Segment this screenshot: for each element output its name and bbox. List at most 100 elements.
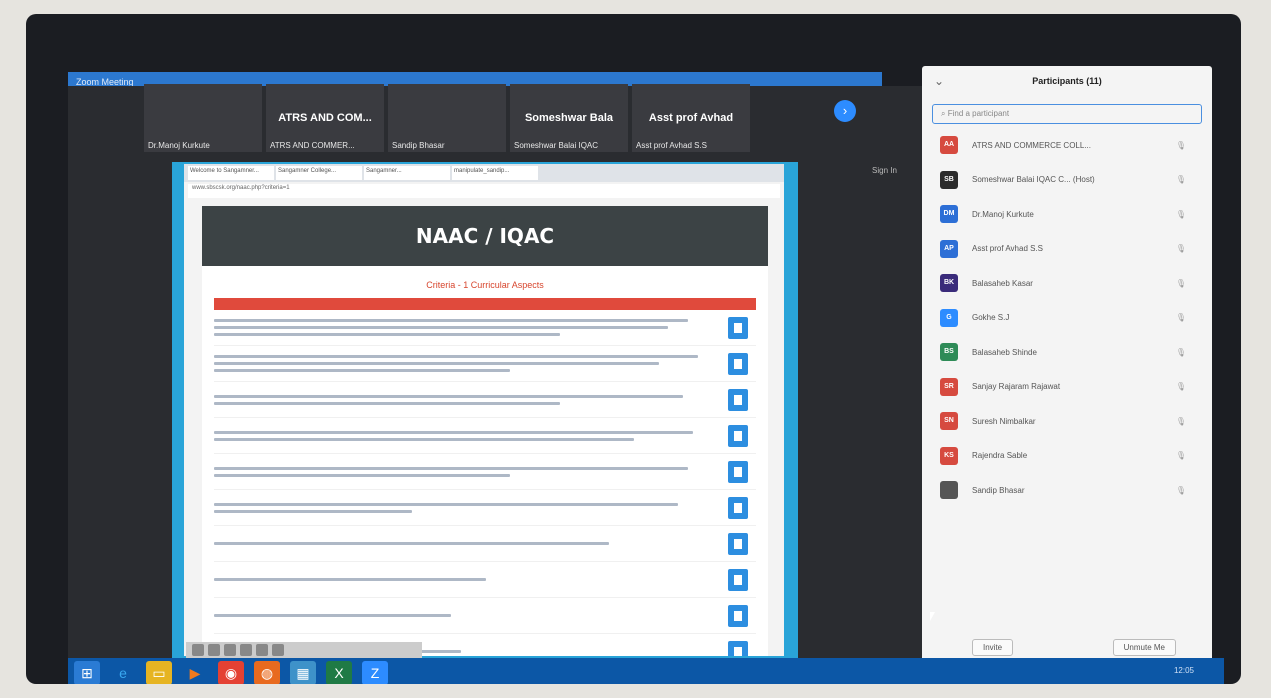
internet-explorer-icon[interactable]: e (110, 661, 136, 684)
participants-title: Participants (11) (1032, 76, 1102, 86)
participant-name: Rajendra Sable (972, 451, 1028, 461)
avatar: G (940, 308, 958, 327)
avatar: KS (940, 446, 958, 465)
search-icon: ⌕ (941, 109, 948, 118)
participant-name: Gokhe S.J (972, 313, 1010, 323)
avatar: BK (940, 274, 958, 293)
pdf-download-icon[interactable] (728, 496, 748, 519)
muted-mic-icon: 🎙 (1175, 313, 1186, 323)
avatar: DM (940, 205, 958, 224)
browser-tabbar: Welcome to Sangamner... Sangamner Colleg… (184, 164, 784, 182)
pdf-download-icon[interactable] (728, 316, 748, 339)
participant-name: Sanjay Rajaram Rajawat (972, 382, 1061, 392)
participant-row[interactable]: KS Rajendra Sable 🎙 (922, 439, 1212, 474)
participant-search-input[interactable]: ⌕ Find a participant (932, 104, 1202, 124)
file-explorer-icon[interactable]: ▭ (146, 661, 172, 684)
participant-row[interactable]: SN Suresh Nimbalkar 🎙 (922, 404, 1212, 439)
system-clock: 12:05 (1173, 666, 1194, 675)
avatar: BS (940, 343, 958, 362)
participant-name: Suresh Nimbalkar (972, 416, 1036, 426)
chrome-icon[interactable]: ◉ (218, 661, 244, 684)
participant-row[interactable]: Sandip Bhasar 🎙 (922, 473, 1212, 508)
muted-mic-icon: 🎙 (1175, 244, 1186, 254)
document-row (214, 310, 756, 346)
document-list (214, 310, 756, 656)
pdf-download-icon[interactable] (728, 388, 748, 411)
pdf-download-icon[interactable] (728, 424, 748, 447)
browser-tab[interactable]: Welcome to Sangamner... (188, 166, 274, 180)
site-header: NAAC / IQAC (202, 206, 768, 266)
participant-name: ATRS AND COMMERCE COLL... (972, 140, 1091, 150)
tile-name: ATRS AND COMMER... (270, 141, 355, 150)
avatar: SR (940, 377, 958, 396)
invite-button[interactable]: Invite (972, 639, 1014, 656)
tile-label: ATRS AND COM... (278, 112, 372, 124)
muted-mic-icon: 🎙 (1175, 347, 1186, 357)
participant-list: AA ATRS AND COMMERCE COLL... 🎙 SB Someshwar … (922, 128, 1212, 508)
pdf-download-icon[interactable] (728, 460, 748, 483)
participant-actions: Invite Unmute Me (922, 639, 1212, 656)
tile-name: Asst prof Avhad S.S (636, 141, 708, 150)
participant-row[interactable]: SB Someshwar Balai IQAC C... (Host) 🎙 (922, 163, 1212, 198)
pdf-download-icon[interactable] (728, 568, 748, 591)
tile-name: Sandip Bhasar (392, 141, 445, 150)
participant-name: Balasaheb Kasar (972, 278, 1033, 288)
document-row (214, 346, 756, 382)
monitor-screen: Zoom Meeting Dr.Manoj Kurkute ATRS AND C… (26, 14, 1241, 684)
browser-tab[interactable]: manipulate_sandip... (452, 166, 538, 180)
excel-icon[interactable]: X (326, 661, 352, 684)
document-row (214, 454, 756, 490)
muted-mic-icon: 🎙 (1175, 485, 1186, 495)
document-row (214, 490, 756, 526)
document-row (214, 526, 756, 562)
pdf-download-icon[interactable] (728, 640, 748, 656)
muted-mic-icon: 🎙 (1175, 382, 1186, 392)
browser-tab[interactable]: Sangamner College... (276, 166, 362, 180)
muted-mic-icon: 🎙 (1175, 416, 1186, 426)
document-row (214, 598, 756, 634)
muted-mic-icon: 🎙 (1175, 451, 1186, 461)
participant-row[interactable]: SR Sanjay Rajaram Rajawat 🎙 (922, 370, 1212, 405)
shared-browser: Welcome to Sangamner... Sangamner Colleg… (184, 164, 784, 656)
minimize-icon[interactable]: ⌄ (934, 66, 944, 96)
unmute-me-button[interactable]: Unmute Me (1112, 639, 1176, 656)
search-placeholder: Find a participant (947, 109, 1010, 118)
tile-name: Dr.Manoj Kurkute (148, 141, 210, 150)
video-tile[interactable]: Asst prof Avhad Asst prof Avhad S.S (632, 84, 750, 152)
participant-row[interactable]: AP Asst prof Avhad S.S 🎙 (922, 232, 1212, 267)
media-player-icon[interactable]: ▶ (182, 661, 208, 684)
tile-name: Someshwar Balai IQAC (514, 141, 599, 150)
table-header-bar (214, 298, 756, 310)
mouse-cursor-icon (930, 612, 935, 621)
participant-row[interactable]: DM Dr.Manoj Kurkute 🎙 (922, 197, 1212, 232)
participant-row[interactable]: BK Balasaheb Kasar 🎙 (922, 266, 1212, 301)
pdf-download-icon[interactable] (728, 532, 748, 555)
video-tile[interactable]: ATRS AND COM... ATRS AND COMMER... (266, 84, 384, 152)
video-tile[interactable]: Dr.Manoj Kurkute (144, 84, 262, 152)
video-tile[interactable]: Sandip Bhasar (388, 84, 506, 152)
address-bar[interactable]: www.sbscsk.org/naac.php?criteria=1 (188, 184, 780, 198)
video-tile[interactable]: Someshwar Bala Someshwar Balai IQAC (510, 84, 628, 152)
firefox-icon[interactable]: ◍ (254, 661, 280, 684)
zoom-icon[interactable]: Z (362, 661, 388, 684)
start-icon[interactable]: ⊞ (74, 661, 100, 684)
participant-name: Someshwar Balai IQAC C... (Host) (972, 175, 1095, 185)
gallery-strip: Dr.Manoj Kurkute ATRS AND COM... ATRS AN… (144, 84, 750, 152)
avatar: AP (940, 239, 958, 258)
pdf-download-icon[interactable] (728, 352, 748, 375)
tile-label: Asst prof Avhad (648, 112, 734, 124)
participant-row[interactable]: AA ATRS AND COMMERCE COLL... 🎙 (922, 128, 1212, 163)
criterion-heading: Criteria - 1 Curricular Aspects (426, 280, 544, 290)
tile-label: Someshwar Bala (524, 112, 614, 124)
participant-name: Asst prof Avhad S.S (972, 244, 1044, 254)
app-icon[interactable]: ▦ (290, 661, 316, 684)
muted-mic-icon: 🎙 (1175, 140, 1186, 150)
shared-taskbar (186, 642, 422, 658)
next-page-icon[interactable]: › (834, 100, 856, 122)
sign-in-link[interactable]: Sign In (872, 166, 897, 175)
pdf-download-icon[interactable] (728, 604, 748, 627)
participant-row[interactable]: BS Balasaheb Shinde 🎙 (922, 335, 1212, 370)
muted-mic-icon: 🎙 (1175, 209, 1186, 219)
browser-tab[interactable]: Sangamner... (364, 166, 450, 180)
participant-row[interactable]: G Gokhe S.J 🎙 (922, 301, 1212, 336)
